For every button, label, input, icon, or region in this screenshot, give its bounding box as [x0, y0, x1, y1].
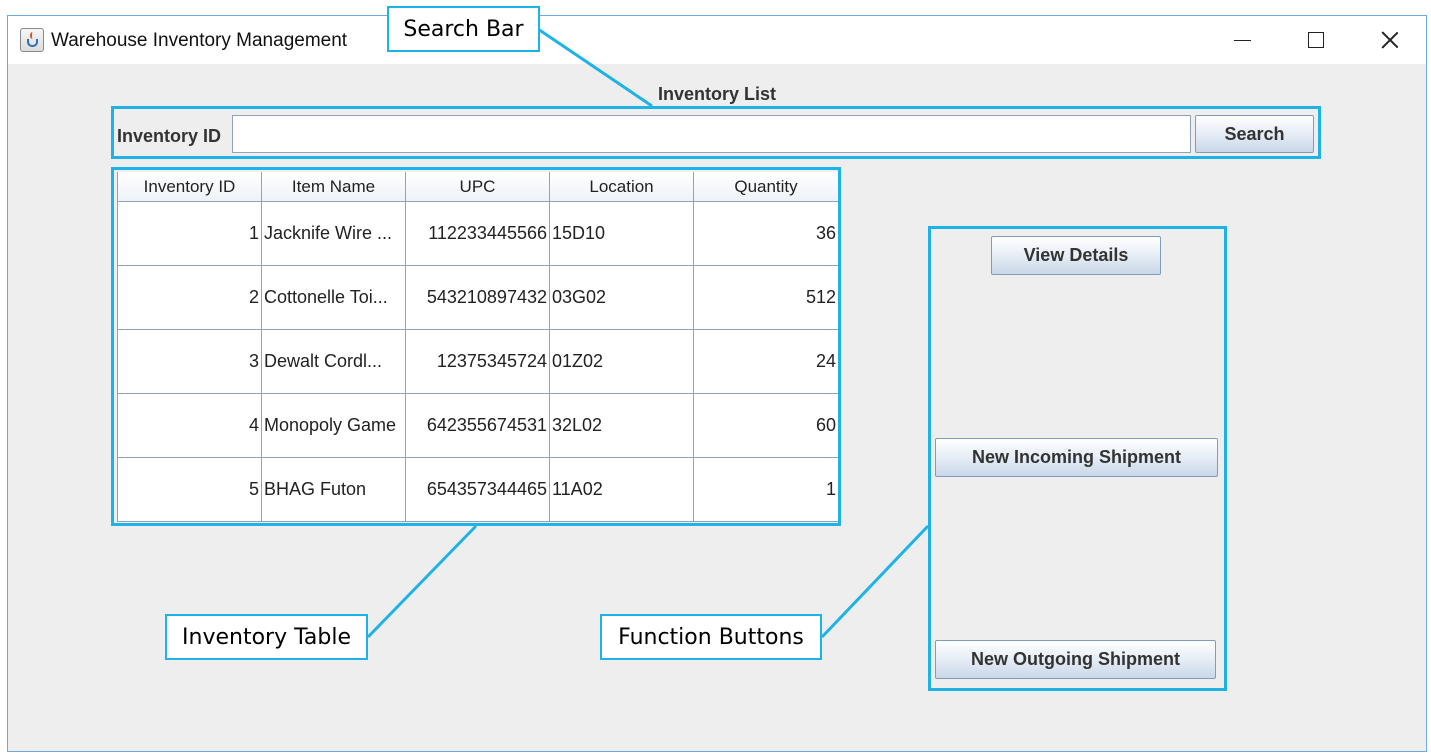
window-title: Warehouse Inventory Management	[51, 30, 348, 51]
maximize-button[interactable]	[1288, 22, 1344, 58]
inventory-table-callout-frame	[111, 167, 841, 526]
close-icon	[1381, 31, 1399, 49]
search-bar-callout: Search Bar	[387, 6, 540, 52]
close-button[interactable]	[1362, 22, 1418, 58]
title-bar: Warehouse Inventory Management	[8, 16, 1426, 64]
function-buttons-callout-frame	[928, 226, 1227, 691]
maximize-icon	[1308, 32, 1324, 48]
search-bar-callout-frame	[111, 106, 1321, 159]
java-app-icon	[20, 28, 44, 52]
minimize-icon	[1233, 39, 1251, 41]
inventory-list-heading: Inventory List	[657, 84, 777, 104]
inventory-table-callout: Inventory Table	[165, 614, 368, 660]
minimize-button[interactable]	[1214, 22, 1270, 58]
function-buttons-callout: Function Buttons	[600, 614, 822, 660]
